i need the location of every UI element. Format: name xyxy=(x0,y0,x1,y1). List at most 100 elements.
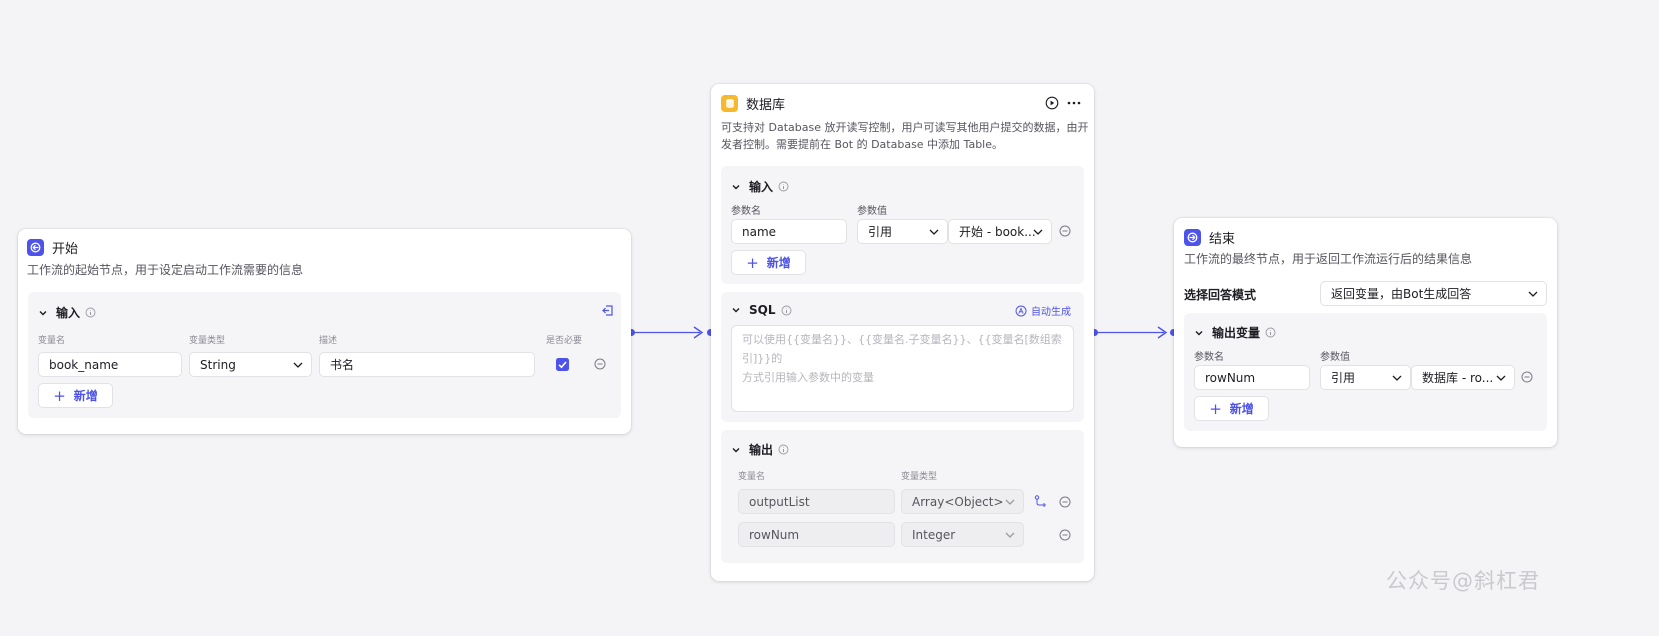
add-param-button[interactable]: + 新增 xyxy=(731,250,806,275)
end-col-param-name: 参数名 xyxy=(1194,352,1224,363)
start-col-required: 是否必要 xyxy=(546,336,583,346)
chevron-down-icon[interactable] xyxy=(731,182,741,192)
answer-mode-label: 选择回答模式 xyxy=(1184,288,1257,302)
end-col-param-value: 参数值 xyxy=(1320,352,1350,363)
database-col-param-value: 参数值 xyxy=(857,206,887,217)
remove-row-icon[interactable] xyxy=(1059,225,1071,237)
database-input-title: 输入 xyxy=(749,180,774,194)
start-node-title: 开始 xyxy=(52,241,79,257)
end-node-description: 工作流的最终节点，用于返回工作流运行后的结果信息 xyxy=(1184,252,1473,266)
end-output-header[interactable]: 输出变量 xyxy=(1194,324,1276,341)
start-node[interactable]: 开始 工作流的起始节点，用于设定启动工作流需要的信息 输入 变量名 变量类型 描… xyxy=(18,229,631,434)
connector-start-to-database xyxy=(633,326,704,339)
sql-editor[interactable]: 可以使用{{变量名}}、{{变量名.子变量名}}、{{变量名[数组索引]}}的 … xyxy=(731,325,1074,412)
database-output-section: 输出 变量名 变量类型 outputList Array<Object> row… xyxy=(721,430,1084,563)
start-col-name: 变量名 xyxy=(38,336,66,346)
play-icon[interactable] xyxy=(1045,96,1059,110)
database-input-header[interactable]: 输入 xyxy=(731,178,789,195)
start-icon xyxy=(27,238,44,256)
variable-description-input[interactable]: 书名 xyxy=(319,352,535,377)
param-mode-select[interactable]: 引用 xyxy=(857,219,948,244)
sub-variable-icon[interactable] xyxy=(1034,495,1048,509)
database-col-param-name: 参数名 xyxy=(731,206,761,217)
end-param-value-text: 数据库 - ro... xyxy=(1422,371,1494,385)
add-variable-label: 新增 xyxy=(73,389,98,403)
database-input-section: 输入 参数名 参数值 name 引用 开始 - book... + 新增 xyxy=(721,166,1084,284)
info-icon xyxy=(778,444,789,455)
end-node-title: 结束 xyxy=(1209,231,1236,247)
remove-row-icon[interactable] xyxy=(1059,496,1071,508)
output-col-name: 变量名 xyxy=(738,472,766,482)
end-param-value-select[interactable]: 数据库 - ro... xyxy=(1411,365,1515,390)
remove-row-icon[interactable] xyxy=(1059,529,1071,541)
variable-name-input[interactable]: book_name xyxy=(38,352,182,377)
end-param-name-input[interactable]: rowNum xyxy=(1194,365,1310,390)
connector-database-to-end xyxy=(1097,326,1168,339)
start-node-description: 工作流的起始节点，用于设定启动工作流需要的信息 xyxy=(27,263,304,277)
add-output-label: 新增 xyxy=(1229,402,1254,416)
add-variable-button[interactable]: + 新增 xyxy=(38,383,113,408)
database-output-title: 输出 xyxy=(749,443,774,457)
info-icon xyxy=(778,181,789,192)
start-input-header[interactable]: 输入 xyxy=(38,304,96,321)
database-node-title: 数据库 xyxy=(746,97,786,113)
start-col-desc: 描述 xyxy=(319,336,338,346)
end-output-title: 输出变量 xyxy=(1212,326,1261,340)
variable-type-select[interactable]: String xyxy=(189,352,312,377)
chevron-down-icon[interactable] xyxy=(731,305,741,315)
chevron-down-icon[interactable] xyxy=(38,308,48,318)
end-output-section: 输出变量 参数名 参数值 rowNum 引用 数据库 - ro... + 新增 xyxy=(1184,313,1547,431)
answer-mode-value: 返回变量，由Bot生成回答 xyxy=(1331,287,1472,301)
remove-row-icon[interactable] xyxy=(594,358,606,370)
chevron-down-icon xyxy=(1496,375,1506,381)
auto-generate-button[interactable]: 自动生成 xyxy=(1015,303,1071,318)
required-checkbox[interactable] xyxy=(556,358,569,371)
chevron-down-icon[interactable] xyxy=(1194,328,1204,338)
info-icon xyxy=(1265,327,1276,338)
database-icon xyxy=(721,94,738,112)
output-name-field: rowNum xyxy=(738,522,895,547)
chevron-down-icon xyxy=(1392,375,1402,381)
database-node-header: 数据库 xyxy=(721,93,785,113)
chevron-down-icon xyxy=(293,362,303,368)
auto-generate-icon xyxy=(1015,305,1027,316)
sql-header[interactable]: SQL xyxy=(731,303,792,317)
info-icon xyxy=(781,305,791,315)
plus-icon: + xyxy=(53,386,66,405)
chevron-down-icon xyxy=(1005,499,1015,505)
start-input-title: 输入 xyxy=(56,306,81,320)
more-icon[interactable] xyxy=(1067,101,1081,105)
chevron-down-icon xyxy=(929,229,939,235)
database-node-description-line2: 发者控制。需要提前在 Bot 的 Database 中添加 Table。 xyxy=(721,138,1004,151)
chevron-down-icon xyxy=(1528,291,1538,297)
output-col-type: 变量类型 xyxy=(901,472,938,482)
param-value-text: 开始 - book... xyxy=(959,225,1036,239)
database-node[interactable]: 数据库 可支持对 Database 放开读写控制，用户可读写其他用户提交的数据，… xyxy=(711,84,1094,581)
param-mode-value: 引用 xyxy=(868,225,893,239)
answer-mode-select[interactable]: 返回变量，由Bot生成回答 xyxy=(1320,281,1547,306)
add-output-button[interactable]: + 新增 xyxy=(1194,396,1269,421)
watermark: 公众号@斜杠君 xyxy=(1386,569,1540,593)
output-name-field: outputList xyxy=(738,489,895,514)
import-icon[interactable] xyxy=(601,304,614,317)
sql-section: SQL 自动生成 可以使用{{变量名}}、{{变量名.子变量名}}、{{变量名[… xyxy=(721,292,1084,422)
chevron-down-icon xyxy=(1033,229,1043,235)
output-type-value: Integer xyxy=(912,527,956,542)
output-type-select: Array<Object> xyxy=(901,489,1024,514)
start-node-header: 开始 xyxy=(27,237,78,257)
database-output-header[interactable]: 输出 xyxy=(731,441,789,458)
end-node-header: 结束 xyxy=(1184,227,1235,247)
variable-type-value: String xyxy=(200,357,236,372)
end-node[interactable]: 结束 工作流的最终节点，用于返回工作流运行后的结果信息 选择回答模式 返回变量，… xyxy=(1174,218,1557,447)
param-value-select[interactable]: 开始 - book... xyxy=(948,219,1052,244)
chevron-down-icon xyxy=(1005,532,1015,538)
end-param-mode-value: 引用 xyxy=(1331,371,1356,385)
sql-placeholder-line1: 可以使用{{变量名}}、{{变量名.子变量名}}、{{变量名[数组索引]}}的 xyxy=(742,333,1062,365)
chevron-down-icon[interactable] xyxy=(731,445,741,455)
param-name-input[interactable]: name xyxy=(731,219,847,244)
sql-title: SQL xyxy=(749,303,776,317)
output-type-select: Integer xyxy=(901,522,1024,547)
start-input-section: 输入 变量名 变量类型 描述 是否必要 book_name String 书名 … xyxy=(28,292,621,418)
end-param-mode-select[interactable]: 引用 xyxy=(1320,365,1411,390)
remove-row-icon[interactable] xyxy=(1521,371,1533,383)
